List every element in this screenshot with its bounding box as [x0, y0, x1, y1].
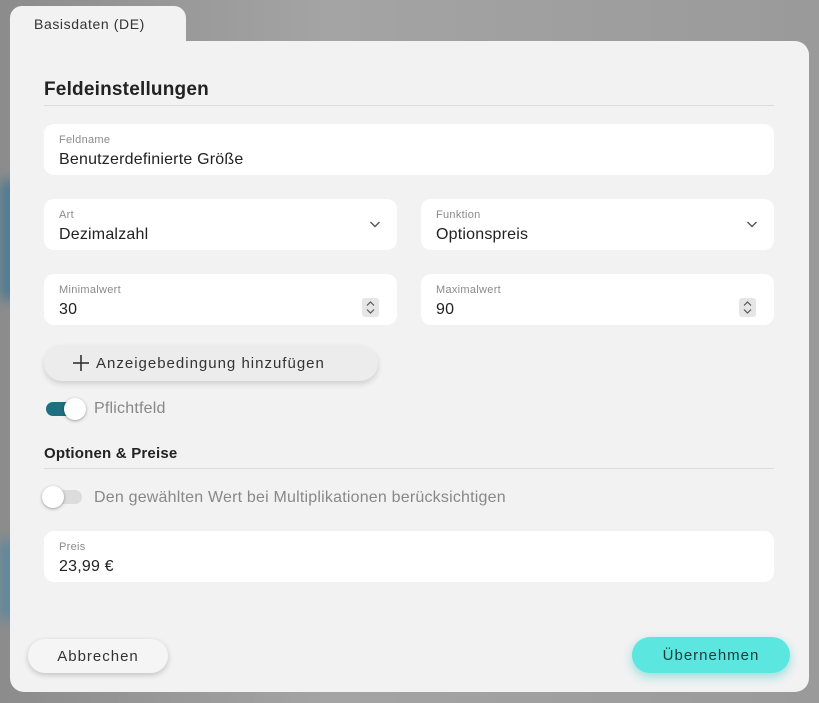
add-display-condition-button[interactable]: Anzeigebedingung hinzufügen — [44, 345, 378, 381]
min-label: Minimalwert — [59, 284, 121, 296]
field-name-value: Benutzerdefinierte Größe — [59, 151, 244, 168]
art-value: Dezimalzahl — [59, 226, 149, 243]
add-display-condition-label: Anzeigebedingung hinzufügen — [96, 354, 325, 372]
apply-button-label: Übernehmen — [662, 646, 760, 664]
chevron-down-icon[interactable] — [746, 219, 758, 229]
price-input[interactable]: Preis 23,99 € — [44, 531, 774, 582]
toggle-knob — [42, 486, 64, 508]
chevron-down-icon[interactable] — [369, 219, 381, 229]
field-name-input[interactable]: Feldname Benutzerdefinierte Größe — [44, 124, 774, 175]
multiply-toggle[interactable] — [42, 486, 82, 508]
max-label: Maximalwert — [436, 284, 502, 296]
funktion-value: Optionspreis — [436, 226, 529, 243]
divider — [44, 105, 774, 106]
toggle-knob — [64, 398, 86, 420]
tab-label: Basisdaten (DE) — [34, 16, 145, 32]
settings-panel: Feldeinstellungen Feldname Benutzerdefin… — [10, 41, 809, 692]
required-toggle[interactable] — [46, 398, 86, 420]
max-value-input[interactable]: Maximalwert 90 — [421, 274, 774, 325]
divider — [44, 468, 774, 469]
number-spinner-icon[interactable] — [362, 298, 379, 317]
funktion-select[interactable]: Funktion Optionspreis — [421, 199, 774, 250]
price-label: Preis — [59, 541, 86, 553]
apply-button[interactable]: Übernehmen — [632, 637, 790, 673]
max-value: 90 — [436, 301, 455, 318]
number-spinner-icon[interactable] — [739, 298, 756, 317]
plus-icon — [73, 355, 89, 371]
section-title-options-prices: Optionen & Preise — [44, 445, 178, 462]
section-title-field-settings: Feldeinstellungen — [44, 79, 209, 100]
price-value: 23,99 € — [59, 558, 114, 575]
funktion-label: Funktion — [436, 209, 481, 221]
art-select[interactable]: Art Dezimalzahl — [44, 199, 397, 250]
min-value-input[interactable]: Minimalwert 30 — [44, 274, 397, 325]
multiply-toggle-label: Den gewählten Wert bei Multiplikationen … — [94, 489, 506, 506]
field-name-label: Feldname — [59, 134, 111, 146]
cancel-button[interactable]: Abbrechen — [28, 639, 168, 673]
art-label: Art — [59, 209, 74, 221]
min-value: 30 — [59, 301, 78, 318]
required-toggle-label: Pflichtfeld — [94, 400, 166, 417]
cancel-button-label: Abbrechen — [57, 647, 139, 665]
